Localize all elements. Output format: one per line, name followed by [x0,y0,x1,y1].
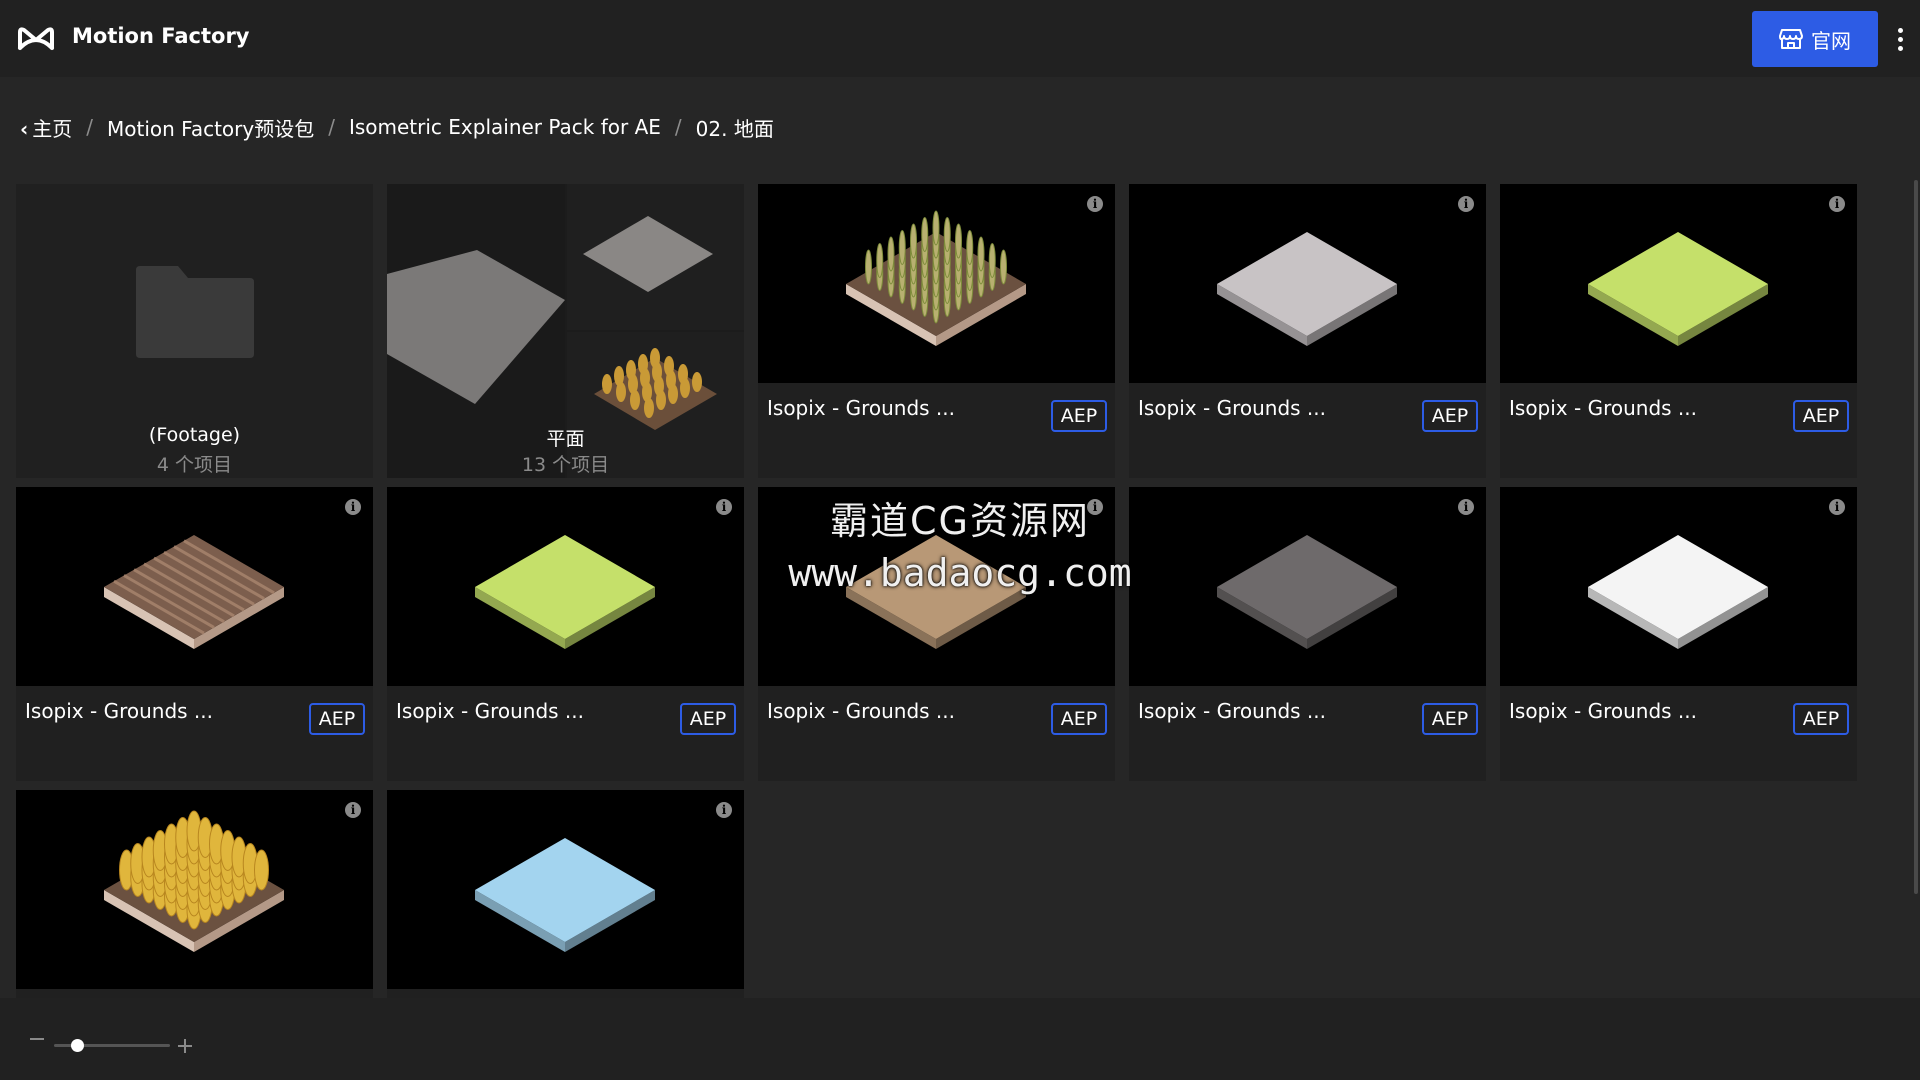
breadcrumb: ‹ 主页 / Motion Factory预设包 / Isometric Expl… [20,112,774,142]
store-icon [1779,29,1803,49]
asset-tile[interactable]: i Isopix - Grounds ... AEP [758,487,1115,781]
asset-thumbnail: i [758,487,1115,686]
asset-name: Isopix - Grounds ... [1509,396,1697,420]
info-icon[interactable]: i [1458,499,1474,515]
asset-thumbnail: i [16,487,373,686]
breadcrumb-presets[interactable]: Motion Factory预设包 [107,113,314,142]
info-icon[interactable]: i [1087,196,1103,212]
info-icon[interactable]: i [716,802,732,818]
breadcrumb-pack[interactable]: Isometric Explainer Pack for AE [349,115,661,139]
asset-name: Isopix - Grounds ... [396,699,584,723]
breadcrumb-separator: / [86,115,93,139]
folder-item-count: 13 个项目 [521,454,610,476]
info-icon[interactable]: i [1829,196,1845,212]
asset-name: Isopix - Grounds ... [1138,699,1326,723]
isometric-ground-preview [1217,232,1397,346]
folder-tile-footage[interactable]: (Footage) 4 个项目 [16,184,373,478]
info-icon[interactable]: i [716,499,732,515]
official-site-label: 官网 [1811,28,1851,53]
folder-title: 平面 [546,428,585,450]
isometric-ground-preview [1588,535,1768,649]
asset-thumbnail: i [16,790,373,989]
file-type-badge: AEP [1793,703,1849,735]
motion-factory-logo[interactable] [16,22,56,54]
isometric-ground-preview [846,535,1026,649]
info-icon[interactable]: i [345,802,361,818]
info-icon[interactable]: i [1087,499,1103,515]
asset-tile[interactable]: i Isopix - Grounds ... AEP [1129,184,1486,478]
bottom-bar [0,998,1920,1080]
asset-name: Isopix - Grounds ... [1138,396,1326,420]
isometric-ground-preview [104,810,284,952]
app-title: Motion Factory [72,24,250,48]
asset-name: Isopix - Grounds ... [767,396,955,420]
asset-thumbnail: i [387,487,744,686]
zoom-in-icon[interactable] [178,1039,192,1053]
more-vertical-icon[interactable] [1888,24,1912,54]
breadcrumb-home[interactable]: ‹ 主页 [20,113,72,142]
asset-tile[interactable]: i [387,790,744,998]
asset-thumbnail: i [758,184,1115,383]
folder-title: (Footage) [148,424,241,446]
asset-tile[interactable]: i Isopix - Grounds ... AEP [1500,184,1857,478]
breadcrumb-current: 02. 地面 [695,116,774,141]
breadcrumb-separator: / [328,115,335,139]
isometric-ground-preview [1217,535,1397,649]
isometric-ground-preview [475,838,655,952]
file-type-badge: AEP [309,703,365,735]
asset-tile[interactable]: i Isopix - Grounds ... AEP [758,184,1115,478]
asset-tile[interactable]: i Isopix - Grounds ... AEP [1129,487,1486,781]
file-type-badge: AEP [1422,400,1478,432]
isometric-ground-preview [475,535,655,649]
isometric-ground-preview [1588,232,1768,346]
isometric-ground-preview [104,535,284,649]
folder-tile-plane[interactable]: 平面 13 个项目 [387,184,744,478]
asset-name: Isopix - Grounds ... [767,699,955,723]
file-type-badge: AEP [1793,400,1849,432]
top-bar: Motion Factory 官网 [0,0,1920,77]
scrollbar[interactable] [1914,180,1918,894]
asset-name: Isopix - Grounds ... [25,699,213,723]
folder-item-count: 4 个项目 [156,454,233,476]
asset-thumbnail: i [1500,184,1857,383]
asset-thumbnail: i [1500,487,1857,686]
asset-tile[interactable]: i Isopix - Grounds ... AEP [16,487,373,781]
official-site-button[interactable]: 官网 [1752,11,1878,67]
asset-name: Isopix - Grounds ... [1509,699,1697,723]
chevron-left-icon: ‹ [20,116,29,141]
info-icon[interactable]: i [1458,196,1474,212]
file-type-badge: AEP [1051,400,1107,432]
asset-thumbnail: i [1129,184,1486,383]
info-icon[interactable]: i [1829,499,1845,515]
asset-thumbnail: i [387,790,744,989]
asset-tile[interactable]: i [16,790,373,998]
zoom-out-icon[interactable] [30,1038,44,1040]
breadcrumb-separator: / [674,115,682,139]
isometric-ground-preview [846,210,1026,346]
file-type-badge: AEP [680,703,736,735]
asset-thumbnail: i [1129,487,1486,686]
file-type-badge: AEP [1422,703,1478,735]
folder-icon [136,266,254,358]
asset-tile[interactable]: i Isopix - Grounds ... AEP [387,487,744,781]
file-type-badge: AEP [1051,703,1107,735]
asset-tile[interactable]: i Isopix - Grounds ... AEP [1500,487,1857,781]
info-icon[interactable]: i [345,499,361,515]
